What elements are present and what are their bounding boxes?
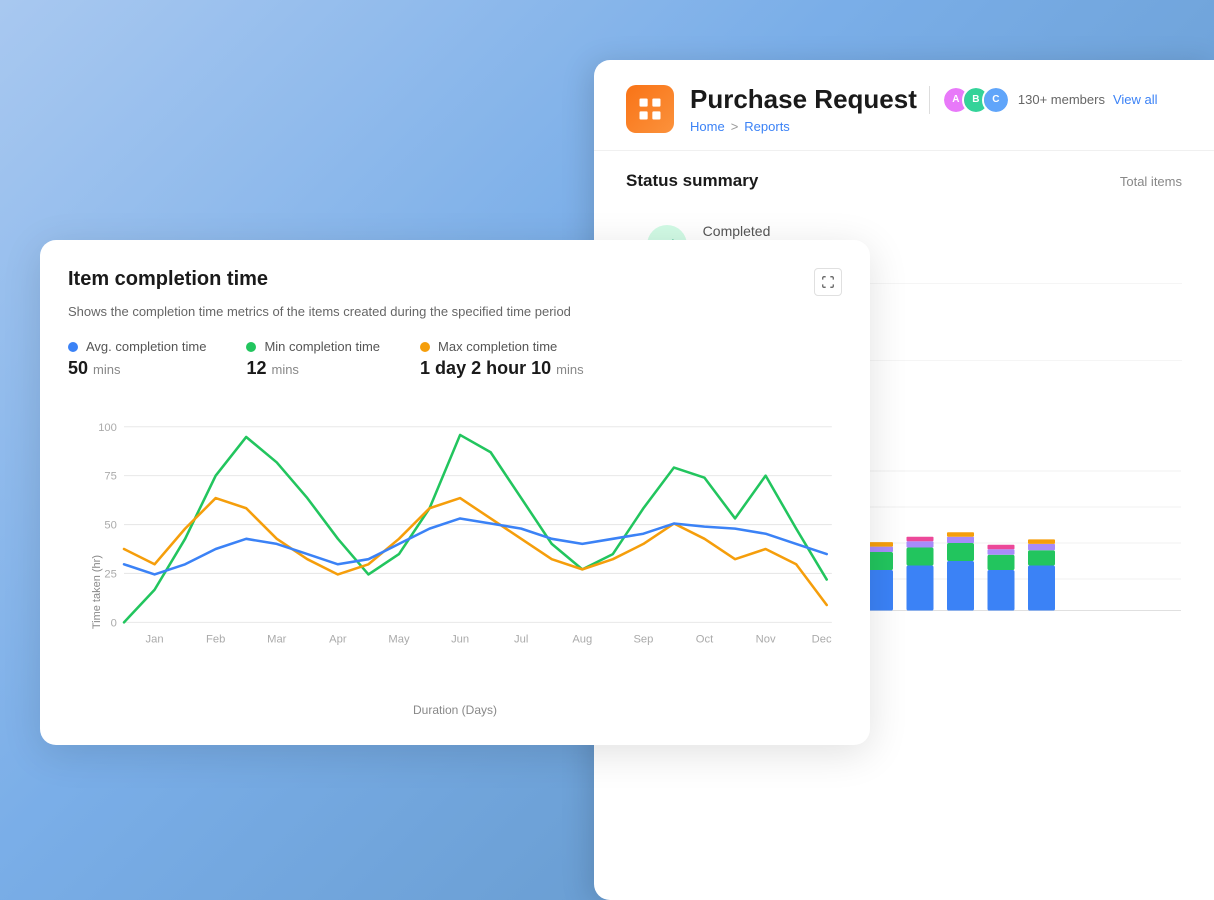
grid-icon [636,95,664,123]
svg-text:Mar: Mar [267,634,287,646]
metrics-row: Avg. completion time 50 mins Min complet… [68,339,842,379]
svg-text:Jun: Jun [451,634,469,646]
svg-text:Sep: Sep [633,634,653,646]
breadcrumb-reports[interactable]: Reports [744,119,790,134]
card-header: Item completion time [68,268,842,296]
metric-avg: Avg. completion time 50 mins [68,339,206,379]
completion-time-card: Item completion time Shows the completio… [40,240,870,745]
member-avatars: A B C [942,86,1010,114]
max-label: Max completion time [438,339,557,354]
line-chart-container: Time taken (hr) 100 75 50 25 0 Jan Feb M… [68,399,842,699]
max-dot [420,342,430,352]
metric-min: Min completion time 12 mins [246,339,380,379]
max-value: 1 day 2 hour 10 mins [420,358,584,379]
title-section: Purchase Request A B C 130+ me [690,84,1182,134]
svg-text:25: 25 [104,569,116,581]
members-count: 130+ members [1018,92,1105,107]
min-value: 12 mins [246,358,380,379]
svg-text:Nov: Nov [756,634,776,646]
min-label: Min completion time [264,339,380,354]
view-all-link[interactable]: View all [1113,92,1158,107]
avg-label: Avg. completion time [86,339,206,354]
card-description: Shows the completion time metrics of the… [68,304,842,319]
avg-dot [68,342,78,352]
breadcrumb: Home > Reports [690,119,1182,134]
svg-text:Oct: Oct [696,634,714,646]
status-title: Status summary [626,171,758,191]
panel-header: Purchase Request A B C 130+ me [594,60,1214,151]
total-items-label: Total items [1120,174,1182,189]
min-dot [246,342,256,352]
x-axis-label: Duration (Days) [68,703,842,717]
svg-text:Jan: Jan [146,634,164,646]
svg-text:50: 50 [104,520,116,532]
expand-button[interactable] [814,268,842,296]
header-top-row: Purchase Request A B C 130+ me [690,84,1182,115]
svg-text:100: 100 [98,422,117,434]
line-chart-svg: 100 75 50 25 0 Jan Feb Mar Apr May Jun J… [68,399,842,699]
svg-text:May: May [388,634,410,646]
completed-label: Completed [703,223,1182,239]
y-axis-label: Time taken (hr) [91,555,103,629]
svg-text:Apr: Apr [329,634,347,646]
metric-max: Max completion time 1 day 2 hour 10 mins [420,339,584,379]
svg-text:Jul: Jul [514,634,528,646]
avg-value: 50 mins [68,358,206,379]
card-title: Item completion time [68,268,268,291]
status-header: Status summary Total items [626,171,1182,191]
svg-text:Dec: Dec [812,634,832,646]
svg-text:75: 75 [104,471,116,483]
breadcrumb-separator: > [731,119,739,134]
app-icon [626,85,674,133]
breadcrumb-home[interactable]: Home [690,119,725,134]
pipe-divider [929,86,930,114]
members-section: A B C 130+ members View all [942,86,1158,114]
svg-text:0: 0 [111,617,117,629]
svg-text:Feb: Feb [206,634,225,646]
page-title: Purchase Request [690,84,917,115]
svg-text:Aug: Aug [572,634,592,646]
avatar-3: C [982,86,1010,114]
